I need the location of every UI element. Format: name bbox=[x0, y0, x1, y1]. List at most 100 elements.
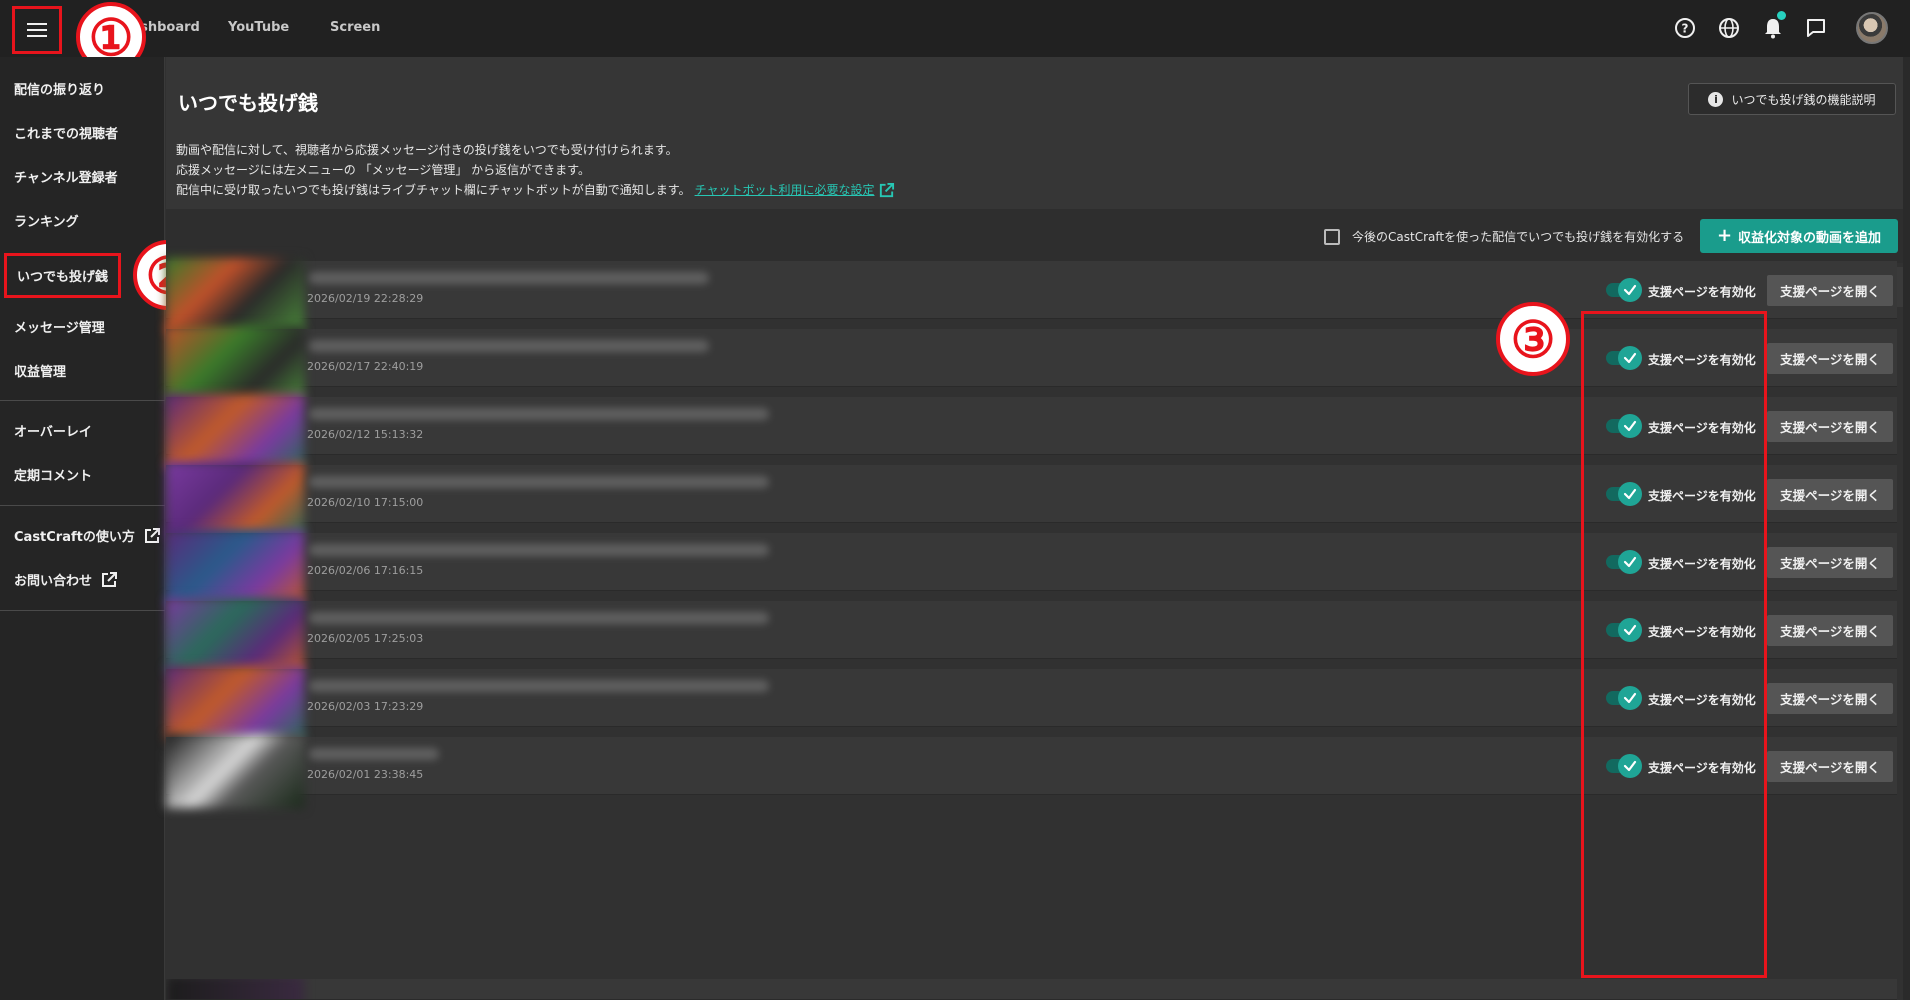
sidebar-item-revenue-management[interactable]: 収益管理 bbox=[14, 361, 66, 380]
menu-button[interactable] bbox=[12, 6, 62, 54]
check-icon bbox=[1618, 346, 1642, 370]
video-title-redacted bbox=[309, 544, 769, 556]
nav-screen[interactable]: Screen bbox=[330, 20, 380, 35]
open-support-page-button[interactable]: 支援ページを開く bbox=[1767, 343, 1893, 374]
check-icon bbox=[1618, 754, 1642, 778]
video-thumbnail[interactable] bbox=[166, 598, 304, 672]
table-row: 2026/02/01 23:38:45 支援ページを有効化 支援ページを開く bbox=[166, 734, 1897, 808]
avatar[interactable] bbox=[1856, 12, 1888, 44]
support-page-toggle-label: 支援ページを有効化 bbox=[1648, 625, 1756, 639]
sidebar-item-overlay[interactable]: オーバーレイ bbox=[14, 421, 92, 440]
chat-icon[interactable] bbox=[1803, 15, 1829, 41]
sidebar-item-contact[interactable]: お問い合わせ bbox=[14, 570, 118, 589]
sidebar-item-label: CastCraftの使い方 bbox=[14, 530, 135, 545]
sidebar-item-how-to-use[interactable]: CastCraftの使い方 bbox=[14, 526, 161, 545]
table-row: 2026/02/17 22:40:19 支援ページを有効化 支援ページを開く bbox=[166, 326, 1897, 400]
sidebar-item-anytime-tip[interactable]: いつでも投げ銭 bbox=[4, 253, 122, 298]
sidebar-item-subscribers[interactable]: チャンネル登録者 bbox=[14, 167, 118, 186]
description-text: 配信中に受け取ったいつでも投げ銭はライブチャット欄にチャットボットが自動で通知し… bbox=[176, 183, 691, 197]
support-page-toggle[interactable] bbox=[1606, 278, 1642, 302]
support-page-toggle[interactable] bbox=[1606, 414, 1642, 438]
check-icon bbox=[1618, 618, 1642, 642]
open-support-page-button[interactable]: 支援ページを開く bbox=[1767, 683, 1893, 714]
support-page-toggle[interactable] bbox=[1606, 618, 1642, 642]
enable-future-streams-checkbox[interactable] bbox=[1324, 228, 1340, 245]
table-row: 2026/02/06 17:16:15 支援ページを有効化 支援ページを開く bbox=[166, 530, 1897, 604]
sidebar-item-scheduled-comments[interactable]: 定期コメント bbox=[14, 465, 92, 484]
check-icon bbox=[1618, 686, 1642, 710]
enable-future-streams-option[interactable]: 今後のCastCraftを使った配信でいつでも投げ銭を有効化する bbox=[1324, 228, 1684, 245]
video-date: 2026/02/05 17:25:03 bbox=[307, 632, 424, 645]
support-page-toggle[interactable] bbox=[1606, 686, 1642, 710]
video-thumbnail[interactable] bbox=[166, 462, 304, 536]
support-page-toggle[interactable] bbox=[1606, 754, 1642, 778]
table-row: 2026/02/05 17:25:03 支援ページを有効化 支援ページを開く bbox=[166, 598, 1897, 672]
sidebar-divider bbox=[0, 400, 165, 401]
external-link-icon bbox=[102, 571, 118, 587]
sidebar: 配信の振り返り これまでの視聴者 チャンネル登録者 ランキング いつでも投げ銭 … bbox=[0, 57, 165, 1000]
open-support-page-button[interactable]: 支援ページを開く bbox=[1767, 547, 1893, 578]
check-icon bbox=[1618, 414, 1642, 438]
action-bar: 今後のCastCraftを使った配信でいつでも投げ銭を有効化する + 収益化対象… bbox=[166, 209, 1903, 263]
video-thumbnail[interactable] bbox=[166, 326, 304, 400]
video-thumbnail[interactable] bbox=[166, 666, 304, 740]
page-title: いつでも投げ銭 bbox=[178, 91, 318, 115]
svg-text:?: ? bbox=[1682, 22, 1689, 36]
sidebar-divider bbox=[0, 505, 165, 506]
plus-icon: + bbox=[1716, 225, 1733, 246]
info-icon: i bbox=[1708, 91, 1724, 107]
video-date: 2026/02/06 17:16:15 bbox=[307, 564, 424, 577]
table-row: 2026/02/10 17:15:00 支援ページを有効化 支援ページを開く bbox=[166, 462, 1897, 536]
open-support-page-button[interactable]: 支援ページを開く bbox=[1767, 615, 1893, 646]
help-icon[interactable]: ? bbox=[1672, 15, 1698, 41]
notification-dot bbox=[1777, 11, 1786, 20]
open-support-page-button[interactable]: 支援ページを開く bbox=[1767, 411, 1893, 442]
support-page-toggle-label: 支援ページを有効化 bbox=[1648, 353, 1756, 367]
video-title-redacted bbox=[309, 612, 769, 624]
video-date: 2026/02/01 23:38:45 bbox=[307, 768, 424, 781]
description-line-1: 動画や配信に対して、視聴者から応援メッセージ付きの投げ銭をいつでも受け付けられま… bbox=[176, 143, 678, 157]
support-page-toggle[interactable] bbox=[1606, 482, 1642, 506]
video-thumbnail[interactable] bbox=[166, 530, 304, 604]
add-monetized-video-button[interactable]: + 収益化対象の動画を追加 bbox=[1700, 219, 1898, 253]
video-title-redacted bbox=[309, 340, 709, 352]
sidebar-item-stream-review[interactable]: 配信の振り返り bbox=[14, 79, 105, 98]
support-page-toggle[interactable] bbox=[1606, 550, 1642, 574]
sidebar-item-past-viewers[interactable]: これまでの視聴者 bbox=[14, 123, 118, 142]
checkbox-label: 今後のCastCraftを使った配信でいつでも投げ銭を有効化する bbox=[1352, 230, 1685, 244]
scrollbar[interactable] bbox=[1903, 57, 1910, 1000]
video-date: 2026/02/12 15:13:32 bbox=[307, 428, 424, 441]
video-date: 2026/02/19 22:28:29 bbox=[307, 292, 424, 305]
video-thumbnail[interactable] bbox=[166, 394, 304, 468]
sidebar-item-label: お問い合わせ bbox=[14, 574, 93, 589]
sidebar-item-message-management[interactable]: メッセージ管理 bbox=[14, 317, 105, 336]
top-bar: Live Dashboard YouTube Screen ? bbox=[0, 0, 1910, 57]
external-link-icon bbox=[144, 527, 160, 543]
open-support-page-button[interactable]: 支援ページを開く bbox=[1767, 751, 1893, 782]
help-button-label: いつでも投げ銭の機能説明 bbox=[1731, 92, 1876, 107]
support-page-toggle-label: 支援ページを有効化 bbox=[1648, 285, 1756, 299]
description-line-2: 応援メッセージには左メニューの 「メッセージ管理」 から返信ができます。 bbox=[176, 163, 590, 177]
support-page-toggle-label: 支援ページを有効化 bbox=[1648, 421, 1756, 435]
feature-help-button[interactable]: i いつでも投げ銭の機能説明 bbox=[1688, 83, 1896, 115]
support-page-toggle-label: 支援ページを有効化 bbox=[1648, 489, 1756, 503]
support-page-toggle-label: 支援ページを有効化 bbox=[1648, 761, 1756, 775]
video-title-redacted bbox=[309, 680, 769, 692]
support-page-toggle-label: 支援ページを有効化 bbox=[1648, 693, 1756, 707]
video-title-redacted bbox=[309, 476, 769, 488]
sidebar-item-ranking[interactable]: ランキング bbox=[14, 211, 79, 230]
table-row: 2026/02/19 22:28:29 支援ページを有効化 支援ページを開く bbox=[166, 258, 1897, 332]
external-link-icon[interactable] bbox=[878, 182, 895, 199]
video-thumbnail[interactable] bbox=[166, 734, 304, 808]
open-support-page-button[interactable]: 支援ページを開く bbox=[1767, 275, 1893, 306]
table-row: 2026/02/03 17:23:29 支援ページを有効化 支援ページを開く bbox=[166, 666, 1897, 740]
chatbot-settings-link[interactable]: チャットボット利用に必要な設定 bbox=[695, 183, 875, 197]
globe-icon[interactable] bbox=[1716, 15, 1742, 41]
bell-icon[interactable] bbox=[1760, 11, 1786, 41]
video-title-redacted bbox=[309, 408, 769, 420]
support-page-toggle[interactable] bbox=[1606, 346, 1642, 370]
open-support-page-button[interactable]: 支援ページを開く bbox=[1767, 479, 1893, 510]
nav-youtube[interactable]: YouTube bbox=[228, 20, 289, 35]
video-thumbnail bbox=[166, 979, 304, 999]
video-thumbnail[interactable] bbox=[166, 258, 304, 332]
